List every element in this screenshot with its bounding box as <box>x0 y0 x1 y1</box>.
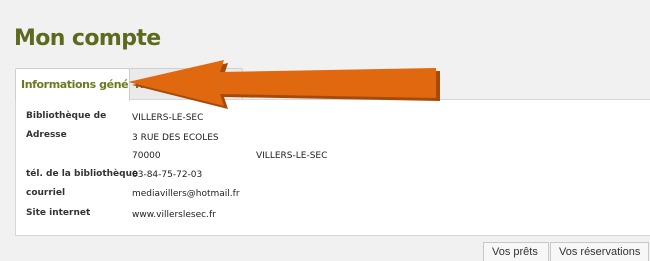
website-label: Site internet <box>26 208 91 218</box>
library-value: VILLERS-LE-SEC <box>132 113 204 123</box>
info-panel: Bibliothèque de VILLERS-LE-SEC Adresse 3… <box>15 99 650 236</box>
library-label: Bibliothèque de <box>26 111 107 121</box>
tab-informations-generales[interactable]: Informations générales <box>15 68 130 101</box>
reservations-button[interactable]: Vos réservations <box>550 242 649 261</box>
arrow-left-icon <box>128 60 440 109</box>
email-label: courriel <box>26 188 66 198</box>
address-line: 3 RUE DES ECOLES <box>132 133 219 143</box>
email-value: mediavillers@hotmail.fr <box>132 189 240 199</box>
loans-button[interactable]: Vos prêts <box>483 242 549 261</box>
page-title: Mon compte <box>14 26 161 51</box>
website-value: www.villerslesec.fr <box>132 210 216 220</box>
phone-label: tél. de la bibliothèque <box>26 169 139 179</box>
city: VILLERS-LE-SEC <box>256 151 328 161</box>
phone-value: 03-84-75-72-03 <box>132 170 203 180</box>
address-label: Adresse <box>26 130 67 140</box>
postal-code: 70000 <box>132 151 161 161</box>
